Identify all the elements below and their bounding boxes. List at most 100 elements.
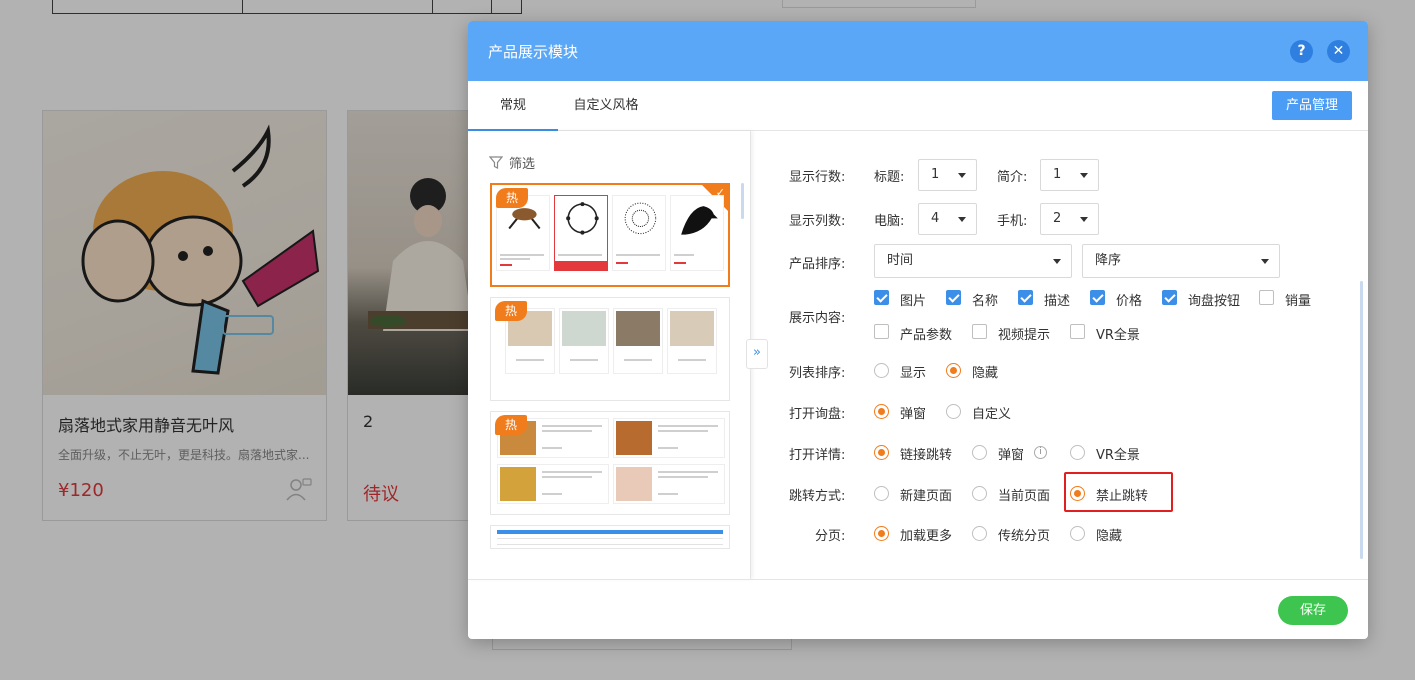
checkbox-video-hint[interactable] xyxy=(972,324,987,339)
radio-list-sort-show[interactable] xyxy=(874,363,889,378)
rows-label: 显示行数: xyxy=(789,170,846,185)
radio-paging-hide[interactable] xyxy=(1070,526,1085,541)
dialog-title: 产品展示模块 xyxy=(488,43,579,61)
template-thumb xyxy=(613,418,725,458)
checkbox-inquiry-button-label[interactable]: 询盘按钮 xyxy=(1188,290,1240,309)
checkbox-sales-label[interactable]: 销量 xyxy=(1285,290,1311,309)
radio-inquiry-custom-label[interactable]: 自定义 xyxy=(972,403,1011,422)
checkbox-sales[interactable] xyxy=(1259,290,1274,305)
radio-jump-new-page-label[interactable]: 新建页面 xyxy=(900,485,952,504)
filter-button[interactable]: 筛选 xyxy=(489,153,535,172)
template-thumb xyxy=(613,464,725,504)
template-thumb xyxy=(559,308,609,374)
radio-jump-current-page-label[interactable]: 当前页面 xyxy=(998,485,1050,504)
checkbox-vr[interactable] xyxy=(1070,324,1085,339)
radio-detail-link-label[interactable]: 链接跳转 xyxy=(900,444,952,463)
radio-jump-current-page[interactable] xyxy=(972,486,987,501)
mobile-cols-label: 手机: xyxy=(997,214,1028,229)
dialog-footer: 保存 xyxy=(468,579,1368,639)
pc-cols-value: 4 xyxy=(931,211,940,226)
radio-detail-link[interactable] xyxy=(874,445,889,460)
template-thumb xyxy=(667,308,717,374)
radio-inquiry-popup[interactable] xyxy=(874,404,889,419)
checkbox-name[interactable] xyxy=(946,290,961,305)
check-icon: ✓ xyxy=(715,186,725,199)
radio-jump-new-page[interactable] xyxy=(874,486,889,501)
template-thumb xyxy=(613,308,663,374)
radio-list-sort-show-label[interactable]: 显示 xyxy=(900,362,926,381)
tab-general[interactable]: 常规 xyxy=(468,81,558,131)
radio-paging-hide-label[interactable]: 隐藏 xyxy=(1096,525,1122,544)
radio-detail-vr[interactable] xyxy=(1070,445,1085,460)
list-sort-label: 列表排序: xyxy=(789,366,846,381)
checkbox-inquiry-button[interactable] xyxy=(1162,290,1177,305)
checkbox-description-label[interactable]: 描述 xyxy=(1044,290,1070,309)
inquiry-label: 打开询盘: xyxy=(789,407,846,422)
radio-inquiry-popup-label[interactable]: 弹窗 xyxy=(900,403,926,422)
template-thumb xyxy=(497,464,609,504)
radio-paging-traditional-label[interactable]: 传统分页 xyxy=(998,525,1050,544)
intro-rows-select[interactable]: 1 xyxy=(1040,159,1099,191)
sort-order-value: 降序 xyxy=(1095,253,1122,268)
template-option-3[interactable]: 热 xyxy=(490,411,730,515)
radio-paging-traditional[interactable] xyxy=(972,526,987,541)
title-rows-value: 1 xyxy=(931,167,940,182)
checkbox-image-label[interactable]: 图片 xyxy=(900,290,926,309)
radio-list-sort-hide-label[interactable]: 隐藏 xyxy=(972,362,998,381)
cols-label: 显示列数: xyxy=(789,214,846,229)
paging-label: 分页: xyxy=(815,529,846,544)
sort-field-value: 时间 xyxy=(887,253,914,268)
hot-badge: 热 xyxy=(495,301,527,321)
radio-list-sort-hide[interactable] xyxy=(946,363,961,378)
checkbox-parameters-label[interactable]: 产品参数 xyxy=(900,324,952,343)
checkbox-name-label[interactable]: 名称 xyxy=(972,290,998,309)
template-option-1[interactable]: 热 ✓ xyxy=(490,183,730,287)
template-thumb xyxy=(612,195,666,271)
title-rows-label: 标题: xyxy=(874,170,905,185)
dialog-header: 产品展示模块 ? ✕ xyxy=(468,21,1368,81)
expand-panel-button[interactable]: » xyxy=(746,339,768,369)
product-manage-button[interactable]: 产品管理 xyxy=(1272,91,1352,120)
save-button[interactable]: 保存 xyxy=(1278,596,1348,625)
tab-custom-style[interactable]: 自定义风格 xyxy=(566,81,646,131)
filter-icon xyxy=(489,156,503,169)
checkbox-image[interactable] xyxy=(874,290,889,305)
template-thumb xyxy=(554,195,608,271)
template-panel: 筛选 热 ✓ 热 热 xyxy=(468,131,751,579)
form-scrollbar[interactable] xyxy=(1360,281,1363,559)
template-thumb xyxy=(670,195,724,271)
settings-form: 显示行数: 标题: 1 简介: 1 显示列数: 电脑: 4 手机: 2 产品排序… xyxy=(752,131,1368,579)
checkbox-description[interactable] xyxy=(1018,290,1033,305)
radio-detail-popup[interactable] xyxy=(972,445,987,460)
hot-badge: 热 xyxy=(496,188,528,208)
jump-label: 跳转方式: xyxy=(789,489,846,504)
intro-rows-value: 1 xyxy=(1053,167,1062,182)
sort-order-select[interactable]: 降序 xyxy=(1082,244,1280,278)
info-icon[interactable]: i xyxy=(1034,446,1047,459)
checkbox-price-label[interactable]: 价格 xyxy=(1116,290,1142,309)
radio-detail-vr-label[interactable]: VR全景 xyxy=(1096,444,1140,463)
close-icon[interactable]: ✕ xyxy=(1327,40,1350,63)
sort-field-select[interactable]: 时间 xyxy=(874,244,1072,278)
checkbox-video-hint-label[interactable]: 视频提示 xyxy=(998,324,1050,343)
help-icon[interactable]: ? xyxy=(1290,40,1313,63)
checkbox-vr-label[interactable]: VR全景 xyxy=(1096,324,1140,343)
mobile-cols-value: 2 xyxy=(1053,211,1062,226)
dialog-body: 筛选 热 ✓ 热 热 » 显示行数: 标题: 1 简介: 1 显示列数: 电脑:… xyxy=(468,131,1368,579)
highlight-box xyxy=(1064,472,1173,512)
checkbox-price[interactable] xyxy=(1090,290,1105,305)
template-option-2[interactable]: 热 xyxy=(490,297,730,401)
radio-paging-load-more[interactable] xyxy=(874,526,889,541)
dialog-tabs: 常规 自定义风格 产品管理 xyxy=(468,81,1368,131)
title-rows-select[interactable]: 1 xyxy=(918,159,977,191)
template-scrollbar[interactable] xyxy=(741,183,744,219)
mobile-cols-select[interactable]: 2 xyxy=(1040,203,1099,235)
template-option-4[interactable] xyxy=(490,525,730,549)
radio-paging-load-more-label[interactable]: 加载更多 xyxy=(900,525,952,544)
checkbox-parameters[interactable] xyxy=(874,324,889,339)
pc-cols-select[interactable]: 4 xyxy=(918,203,977,235)
radio-inquiry-custom[interactable] xyxy=(946,404,961,419)
sort-label: 产品排序: xyxy=(789,257,846,272)
content-label: 展示内容: xyxy=(789,311,846,326)
radio-detail-popup-label[interactable]: 弹窗 xyxy=(998,444,1024,463)
